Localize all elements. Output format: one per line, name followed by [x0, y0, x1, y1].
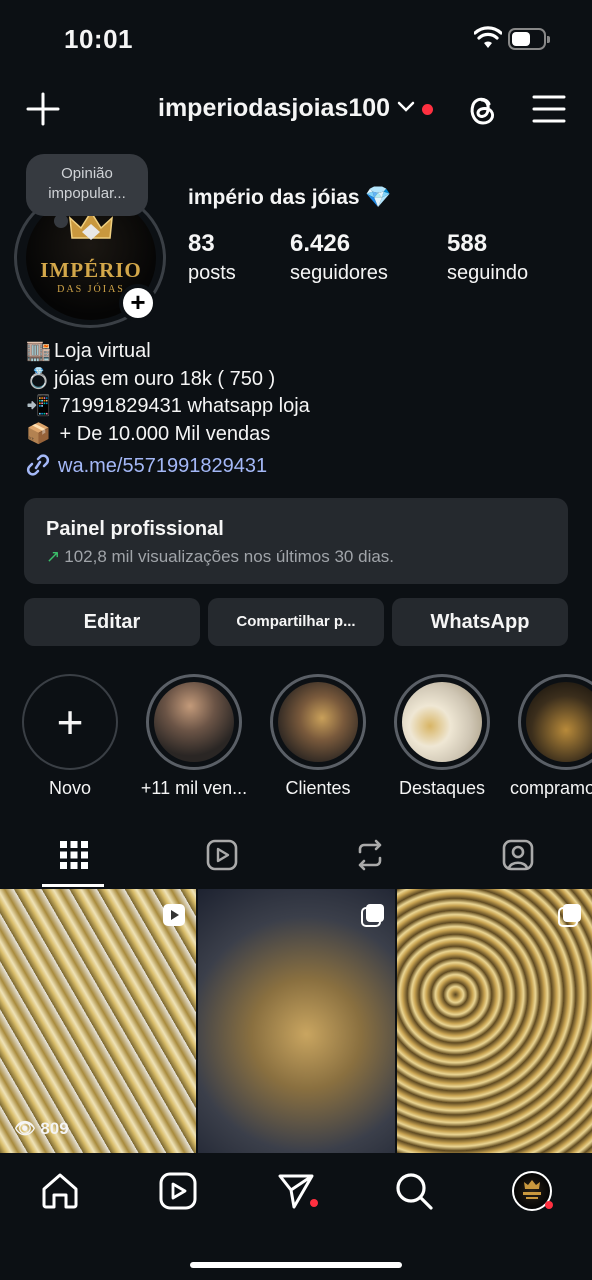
stat-label: posts — [188, 262, 236, 284]
highlight-cover — [402, 682, 482, 762]
stat-value: 6.426 — [290, 230, 351, 257]
professional-dashboard[interactable]: Painel profissional ↗ 102,8 mil visualiza… — [24, 498, 568, 584]
add-story-plus-icon[interactable]: + — [119, 284, 157, 322]
whatsapp-button[interactable]: WhatsApp — [392, 598, 568, 646]
plus-icon: + — [56, 696, 84, 748]
highlight-ring — [270, 674, 366, 770]
store-emoji-icon: 🏬 — [26, 340, 51, 362]
eye-icon: 👁 — [14, 1119, 36, 1138]
highlight-item[interactable]: Destaques — [382, 674, 502, 799]
notification-dot — [422, 104, 433, 115]
highlight-item[interactable]: +11 mil ven... — [134, 674, 254, 799]
tab-tagged[interactable] — [444, 832, 592, 888]
highlight-label: Destaques — [398, 778, 486, 798]
highlight-ring — [146, 674, 242, 770]
post-thumbnail[interactable] — [198, 889, 395, 1153]
panel-title: Painel profissional — [46, 518, 224, 540]
link-text: wa.me/5571991829431 — [58, 455, 268, 477]
post-thumbnail[interactable] — [397, 889, 592, 1153]
link-chain-icon — [26, 454, 50, 476]
search-icon[interactable] — [394, 1171, 434, 1211]
trend-up-icon: ↗ — [46, 547, 61, 566]
stat-value: 83 — [188, 230, 215, 257]
bio-text: jóias em ouro 18k ( 750 ) — [54, 367, 276, 390]
avatar-logo-text: IMPÉRIO — [40, 258, 142, 282]
bio-text: Loja virtual — [54, 340, 151, 362]
bio-line: 🏬 Loja virtual — [26, 338, 310, 366]
bio-line: 💍 jóias em ouro 18k ( 750 ) — [26, 366, 310, 394]
posts-grid: 👁 809 — [0, 889, 592, 1153]
stat-label: seguindo — [447, 262, 529, 284]
tab-reposts[interactable] — [296, 832, 444, 888]
menu-icon[interactable] — [532, 94, 566, 124]
wifi-icon — [474, 26, 502, 48]
status-bar: 10:01 — [0, 0, 592, 80]
highlight-cover — [154, 682, 234, 762]
profile-notification-dot — [545, 1201, 553, 1209]
panel-subtitle-text: 102,8 mil visualizações nos últimos 30 d… — [64, 547, 395, 566]
tab-posts-grid[interactable] — [0, 832, 148, 888]
battery-icon — [508, 28, 550, 50]
highlight-label: +11 mil ven... — [140, 778, 248, 798]
tab-reels[interactable] — [148, 832, 296, 888]
reel-badge-icon — [163, 904, 185, 926]
home-indicator — [190, 1262, 402, 1268]
stat-value: 588 — [447, 230, 488, 257]
chevron-down-icon[interactable] — [397, 100, 415, 114]
stat-followers[interactable]: 6.426 seguidores — [290, 230, 388, 285]
bio-line: 📲 71991829431 whatsapp loja — [26, 393, 310, 421]
highlight-label: Novo — [48, 778, 92, 798]
edit-profile-button[interactable]: Editar — [24, 598, 200, 646]
create-plus-icon[interactable] — [26, 92, 60, 126]
profile-link[interactable]: wa.me/5571991829431 — [26, 454, 267, 478]
panel-subtitle: ↗ 102,8 mil visualizações nos últimos 30 … — [46, 547, 546, 567]
post-thumbnail[interactable]: 👁 809 — [0, 889, 196, 1153]
reels-nav-icon[interactable] — [158, 1171, 198, 1211]
active-tab-indicator — [42, 884, 104, 887]
stat-label: seguidores — [290, 262, 388, 284]
views-count: 809 — [40, 1119, 69, 1138]
ring-emoji-icon: 💍 — [26, 367, 51, 390]
package-emoji-icon: 📦 — [26, 422, 51, 445]
post-views: 👁 809 — [14, 1119, 69, 1139]
highlight-label: compramos — [510, 778, 592, 798]
stat-posts[interactable]: 83 posts — [188, 230, 236, 285]
note-bubble[interactable]: Opinião impopular... — [26, 154, 148, 228]
reposts-icon — [358, 839, 382, 871]
bio-line: 📦 + De 10.000 Mil vendas — [26, 421, 310, 449]
highlight-cover — [278, 682, 358, 762]
bio-text: + De 10.000 Mil vendas — [54, 422, 271, 445]
tagged-icon — [502, 839, 534, 871]
highlight-new[interactable]: + Novo — [10, 674, 130, 799]
bottom-navigation — [0, 1153, 592, 1280]
highlight-ring — [394, 674, 490, 770]
highlight-item[interactable]: compramos — [506, 674, 592, 799]
highlight-item[interactable]: Clientes — [258, 674, 378, 799]
phone-emoji-icon: 📲 — [26, 395, 51, 417]
highlight-cover — [526, 682, 592, 762]
threads-icon[interactable] — [466, 92, 498, 126]
carousel-badge-icon — [558, 904, 581, 927]
share-profile-button[interactable]: Compartilhar p... — [208, 598, 384, 646]
messages-notification-dot — [310, 1199, 318, 1207]
reels-icon — [206, 839, 238, 871]
grid-icon — [60, 841, 88, 869]
highlight-ring — [518, 674, 592, 770]
username-switcher[interactable]: imperiodasjoias100 — [158, 94, 390, 123]
carousel-badge-icon — [361, 904, 384, 927]
profile-bio: 🏬 Loja virtual 💍 jóias em ouro 18k ( 750 )… — [26, 338, 310, 448]
bio-text: 71991829431 whatsapp loja — [54, 395, 310, 417]
status-time: 10:01 — [64, 24, 133, 54]
highlight-ring: + — [22, 674, 118, 770]
home-icon[interactable] — [40, 1171, 80, 1211]
profile-header: imperiodasjoias100 — [0, 86, 592, 134]
highlight-label: Clientes — [285, 778, 351, 798]
stat-following[interactable]: 588 seguindo — [447, 230, 528, 285]
profile-tabs — [0, 832, 592, 888]
profile-display-name: império das jóias 💎 — [188, 186, 392, 209]
